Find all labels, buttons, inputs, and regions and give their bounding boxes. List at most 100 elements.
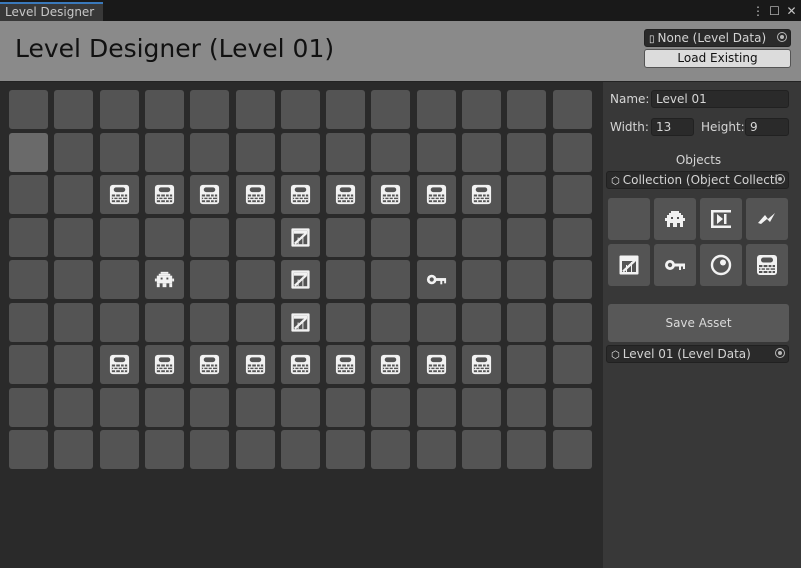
grid-cell[interactable]	[326, 303, 365, 342]
grid-cell[interactable]	[462, 388, 501, 427]
grid-cell[interactable]	[236, 218, 275, 257]
grid-cell[interactable]	[371, 90, 410, 129]
grid-cell[interactable]	[100, 260, 139, 299]
grid-cell[interactable]	[190, 90, 229, 129]
grid-cell[interactable]	[281, 90, 320, 129]
grid-cell[interactable]	[507, 388, 546, 427]
grid-cell[interactable]	[462, 133, 501, 172]
grid-cell[interactable]	[371, 175, 410, 214]
palette-item-wall[interactable]	[746, 244, 788, 286]
grid-cell[interactable]	[281, 133, 320, 172]
collection-field[interactable]: ⬡ Collection (Object Collecti	[606, 171, 789, 189]
palette-item-exit[interactable]	[700, 198, 742, 240]
grid-cell[interactable]	[281, 303, 320, 342]
grid-cell[interactable]	[236, 430, 275, 469]
palette-item-crate[interactable]	[608, 244, 650, 286]
grid-cell[interactable]	[371, 218, 410, 257]
grid-cell[interactable]	[100, 388, 139, 427]
grid-cell[interactable]	[553, 345, 592, 384]
grid-cell[interactable]	[145, 303, 184, 342]
grid-cell[interactable]	[281, 388, 320, 427]
grid-cell[interactable]	[371, 388, 410, 427]
grid-cell[interactable]	[417, 133, 456, 172]
grid-cell[interactable]	[507, 260, 546, 299]
grid-cell[interactable]	[507, 90, 546, 129]
grid-cell[interactable]	[100, 218, 139, 257]
grid-cell[interactable]	[54, 303, 93, 342]
grid-cell[interactable]	[371, 430, 410, 469]
grid-cell[interactable]	[326, 388, 365, 427]
grid-cell[interactable]	[281, 430, 320, 469]
grid-cell[interactable]	[145, 90, 184, 129]
grid-cell[interactable]	[236, 133, 275, 172]
grid-cell[interactable]	[462, 260, 501, 299]
grid-cell[interactable]	[462, 218, 501, 257]
grid-cell[interactable]	[507, 175, 546, 214]
grid-cell[interactable]	[145, 133, 184, 172]
grid-cell[interactable]	[54, 90, 93, 129]
grid-cell[interactable]	[9, 175, 48, 214]
grid-cell[interactable]	[54, 175, 93, 214]
grid-cell[interactable]	[281, 175, 320, 214]
grid-cell[interactable]	[190, 430, 229, 469]
grid-cell[interactable]	[54, 345, 93, 384]
grid-cell[interactable]	[462, 90, 501, 129]
grid-cell[interactable]	[100, 345, 139, 384]
grid-cell[interactable]	[281, 260, 320, 299]
grid-cell[interactable]	[417, 388, 456, 427]
level-data-field[interactable]: ▯ None (Level Data)	[644, 29, 791, 47]
grid-cell[interactable]	[190, 218, 229, 257]
grid-cell[interactable]	[417, 90, 456, 129]
grid-cell[interactable]	[281, 345, 320, 384]
grid-cell[interactable]	[236, 90, 275, 129]
grid-cell[interactable]	[54, 260, 93, 299]
palette-item-orb[interactable]	[700, 244, 742, 286]
palette-item-empty[interactable]	[608, 198, 650, 240]
grid-cell[interactable]	[281, 218, 320, 257]
grid-cell[interactable]	[190, 260, 229, 299]
grid-cell[interactable]	[553, 90, 592, 129]
grid-cell[interactable]	[236, 303, 275, 342]
grid-cell[interactable]	[326, 430, 365, 469]
grid-cell[interactable]	[190, 388, 229, 427]
grid-cell[interactable]	[417, 303, 456, 342]
level-asset-field[interactable]: ⬡ Level 01 (Level Data)	[606, 345, 789, 363]
grid-cell[interactable]	[507, 218, 546, 257]
close-icon[interactable]: ✕	[786, 3, 797, 19]
grid-cell[interactable]	[236, 260, 275, 299]
grid-cell[interactable]	[507, 133, 546, 172]
grid-cell[interactable]	[9, 345, 48, 384]
grid-cell[interactable]	[100, 303, 139, 342]
grid-cell[interactable]	[417, 430, 456, 469]
grid-cell[interactable]	[553, 175, 592, 214]
grid-cell[interactable]	[100, 90, 139, 129]
grid-cell[interactable]	[145, 218, 184, 257]
grid-cell[interactable]	[9, 430, 48, 469]
grid-cell[interactable]	[462, 430, 501, 469]
height-field[interactable]	[745, 118, 789, 136]
grid-cell[interactable]	[9, 303, 48, 342]
grid-cell[interactable]	[236, 388, 275, 427]
tab-level-designer[interactable]: Level Designer	[0, 2, 103, 21]
grid-cell[interactable]	[553, 260, 592, 299]
grid-cell[interactable]	[190, 345, 229, 384]
grid-cell[interactable]	[417, 345, 456, 384]
grid-cell[interactable]	[326, 218, 365, 257]
grid-cell[interactable]	[190, 133, 229, 172]
grid-cell[interactable]	[417, 260, 456, 299]
grid-cell[interactable]	[9, 388, 48, 427]
name-field[interactable]	[651, 90, 789, 108]
grid-cell[interactable]	[553, 303, 592, 342]
grid-cell[interactable]	[54, 218, 93, 257]
save-asset-button[interactable]: Save Asset	[608, 304, 789, 342]
maximize-icon[interactable]: ☐	[769, 3, 780, 19]
grid-cell[interactable]	[417, 218, 456, 257]
object-picker-icon[interactable]	[775, 348, 785, 358]
grid-cell[interactable]	[553, 430, 592, 469]
grid-cell[interactable]	[145, 430, 184, 469]
grid-cell[interactable]	[54, 388, 93, 427]
grid-cell[interactable]	[326, 133, 365, 172]
object-picker-icon[interactable]	[775, 174, 785, 184]
grid-cell[interactable]	[553, 388, 592, 427]
palette-item-spark[interactable]	[746, 198, 788, 240]
